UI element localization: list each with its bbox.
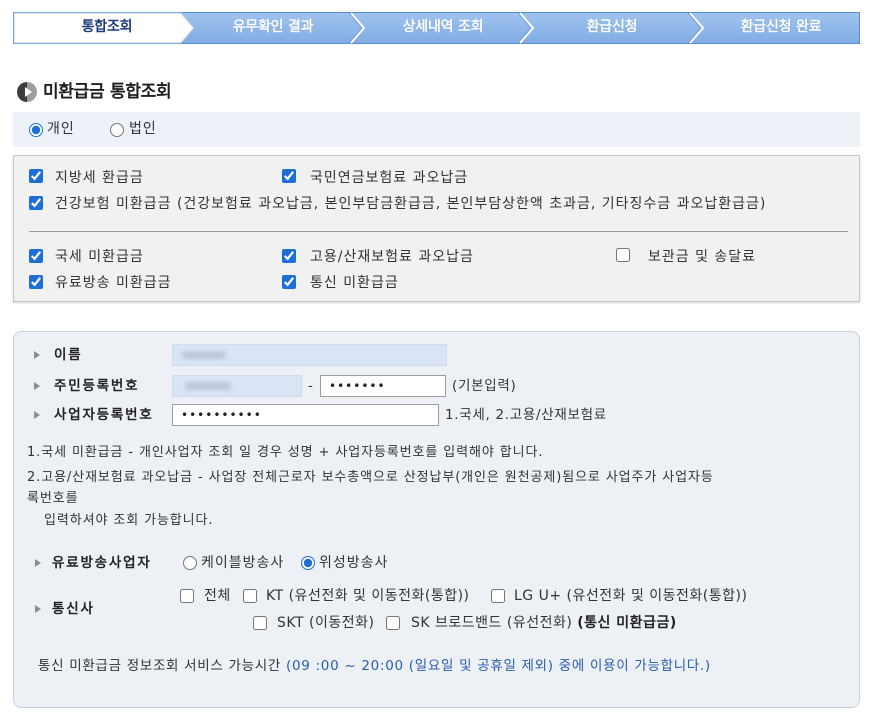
checkbox-deposit-fees[interactable] [616, 248, 630, 262]
checkbox-national-tax-label[interactable]: 국세 미환급금 [55, 248, 144, 266]
checkbox-telecom-lgu-label[interactable]: LG U+ (유선전화 및 이동전화(통합)) [514, 587, 747, 605]
checkbox-telecom-all-label[interactable]: 전체 [204, 587, 231, 605]
checkbox-deposit-fees-label[interactable]: 보관금 및 송달료 [648, 248, 756, 266]
telecom-sk-broadband-line: SK 브로드밴드 (유선전화) (통신 미환급금) [411, 614, 677, 632]
rrn-label: 주민등록번호 [54, 378, 140, 394]
checkbox-telecom-sk-broadband[interactable] [386, 616, 400, 630]
broadcaster-label: 유료방송사업자 [52, 555, 152, 571]
step-integrated-inquiry: 통합조회 [81, 19, 133, 35]
service-hours-text: 통신 미환급금 정보조회 서비스 가능시간 [38, 658, 282, 674]
radio-satellite-broadcaster[interactable] [301, 556, 315, 570]
checkbox-national-pension-label[interactable]: 국민연금보험료 과오납금 [310, 169, 468, 187]
bullet-arrow-icon [34, 351, 40, 359]
divider [29, 231, 848, 232]
radio-personal-label[interactable]: 개인 [47, 120, 75, 138]
step-detail-inquiry: 상세내역 조회 [402, 19, 484, 35]
checkbox-telecom-skt[interactable] [253, 616, 267, 630]
checkbox-telecom-sk-broadband-label[interactable]: SK 브로드밴드 (유선전화) [411, 615, 572, 631]
radio-corporate[interactable] [110, 123, 124, 137]
step-refund-application: 환급신청 [586, 19, 638, 35]
step-existence-result: 유무확인 결과 [232, 19, 314, 35]
checkbox-national-pension[interactable] [282, 169, 296, 183]
checkbox-telecom-lgu[interactable] [491, 589, 505, 603]
bullet-arrow-icon [35, 559, 41, 567]
checkbox-telecom-all[interactable] [180, 589, 194, 603]
page-title: 미환급금 통합조회 [43, 82, 172, 102]
checkbox-telecom[interactable] [282, 275, 296, 289]
radio-personal[interactable] [29, 123, 43, 137]
checkbox-health-insurance[interactable] [29, 196, 43, 210]
rrn-hint: (기본입력) [452, 378, 517, 394]
radio-cable-broadcaster-label[interactable]: 케이블방송사 [201, 554, 284, 572]
service-hours-highlight: (09 :00 ~ 20:00 (일요일 및 공휴일 제외) 중에 이용이 가능… [286, 658, 711, 674]
checkbox-health-insurance-label[interactable]: 건강보험 미환급금 (건강보험료 과오납금, 본인부담금환급금, 본인부담상한액… [55, 195, 766, 213]
checkbox-telecom-kt[interactable] [243, 589, 257, 603]
telecom-refund-note: (통신 미환급금) [577, 615, 677, 631]
radio-cable-broadcaster[interactable] [183, 556, 197, 570]
bullet-arrow-icon [35, 605, 41, 613]
section-marker-icon [17, 82, 37, 102]
checkbox-local-tax-label[interactable]: 지방세 환급금 [55, 169, 144, 187]
note-line: 입력하셔야 조회 가능합니다. [44, 513, 214, 528]
checkbox-local-tax[interactable] [29, 169, 43, 183]
service-hours-notice: 통신 미환급금 정보조회 서비스 가능시간 (09 :00 ~ 20:00 (일… [38, 657, 711, 675]
note-line: 2.고용/산재보험료 과오납금 - 사업장 전체근로자 보수총액으로 산정납부(… [27, 470, 714, 485]
telecom-label: 통신사 [52, 601, 95, 617]
step-progress-bar: 통합조회 유무확인 결과 상세내역 조회 환급신청 환급신청 완료 [13, 12, 860, 44]
rrn-back-input[interactable] [320, 375, 446, 397]
bullet-arrow-icon [34, 382, 40, 390]
note-line: 1.국세 미환급금 - 개인사업자 조회 일 경우 성명 + 사업자등록번호를 … [27, 445, 544, 460]
inquiry-form: 이름 주민등록번호 - (기본입력) 사업자등록번호 1.국세, 2.고용/산재… [13, 331, 860, 708]
refund-type-panel: 지방세 환급금 국민연금보험료 과오납금 건강보험 미환급금 (건강보험료 과오… [13, 155, 860, 302]
name-input[interactable] [172, 344, 447, 366]
rrn-separator: - [308, 378, 314, 394]
checkbox-employment-insurance-label[interactable]: 고용/산재보험료 과오납금 [310, 248, 474, 266]
checkbox-telecom-skt-label[interactable]: SKT (이동전화) [277, 614, 374, 632]
checkbox-pay-broadcast-label[interactable]: 유료방송 미환급금 [55, 274, 172, 292]
name-label: 이름 [54, 347, 83, 363]
checkbox-telecom-label[interactable]: 통신 미환급금 [310, 274, 399, 292]
checkbox-pay-broadcast[interactable] [29, 275, 43, 289]
bullet-arrow-icon [34, 411, 40, 419]
radio-satellite-broadcaster-label[interactable]: 위성방송사 [319, 554, 388, 572]
step-refund-complete: 환급신청 완료 [740, 19, 822, 35]
checkbox-national-tax[interactable] [29, 249, 43, 263]
rrn-front-input[interactable] [172, 375, 302, 397]
business-number-label: 사업자등록번호 [54, 407, 154, 423]
note-line: 록번호를 [27, 491, 79, 506]
checkbox-employment-insurance[interactable] [282, 249, 296, 263]
business-number-input[interactable] [172, 404, 439, 426]
checkbox-telecom-kt-label[interactable]: KT (유선전화 및 이동전화(통합)) [266, 587, 470, 605]
radio-corporate-label[interactable]: 법인 [129, 120, 157, 138]
business-number-hint: 1.국세, 2.고용/산재보험료 [445, 407, 607, 423]
applicant-type-selector: 개인 법인 [13, 112, 860, 147]
